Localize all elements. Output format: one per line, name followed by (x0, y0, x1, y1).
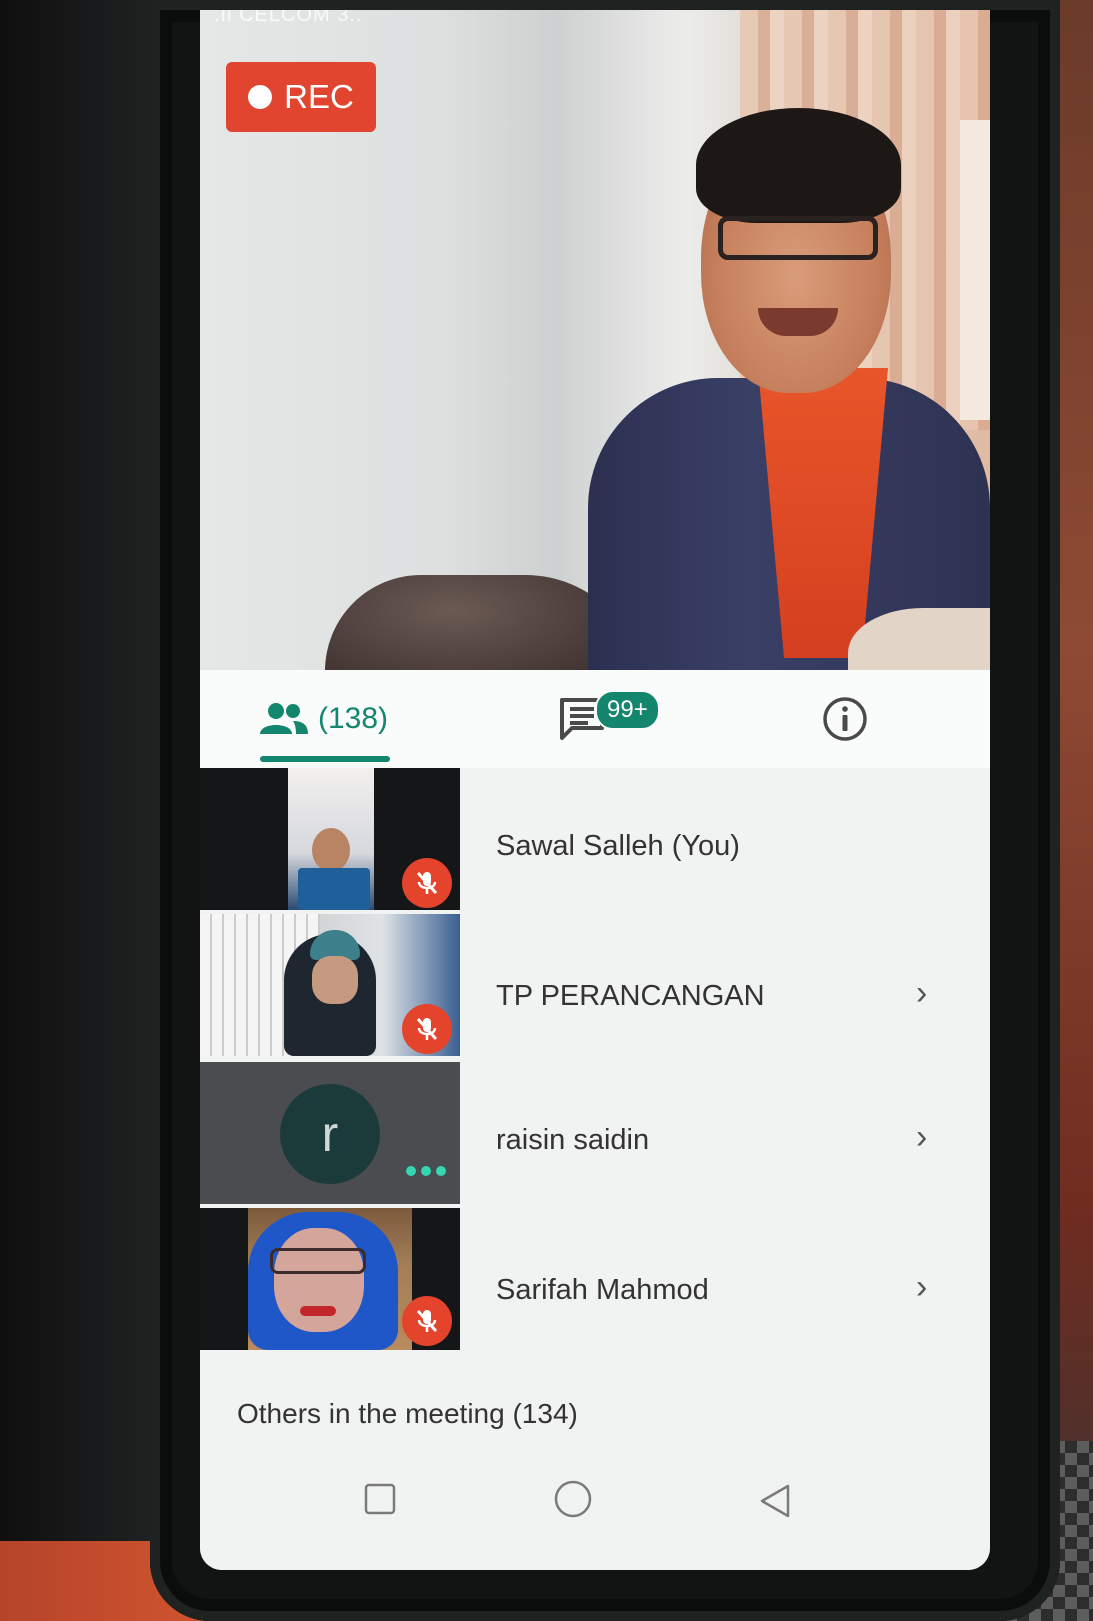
status-bar-carrier: .ıl CELCOM 3.. (214, 10, 363, 26)
more-dots-icon (406, 1166, 446, 1176)
participant-row[interactable]: r raisin saidin › (200, 1062, 990, 1204)
speaker-glasses (718, 216, 878, 260)
speaker-figure (588, 88, 990, 682)
participant-video-thumbnail (200, 768, 460, 910)
thumbnail-phone (298, 868, 370, 910)
participant-video-thumbnail (200, 914, 460, 1056)
participants-list: Sawal Salleh (You) TP PERANCANGAN › r ra… (200, 768, 990, 1368)
thumbnail-face (312, 828, 350, 872)
meeting-tab-bar: (138) (200, 670, 990, 769)
record-dot-icon (248, 85, 273, 109)
active-tab-indicator (260, 756, 390, 762)
participant-row[interactable]: Sarifah Mahmod › (200, 1208, 990, 1350)
chevron-right-icon[interactable]: › (916, 974, 927, 1013)
mic-off-icon (402, 1296, 452, 1346)
info-icon (823, 697, 867, 741)
thumbnail-face (274, 1228, 364, 1332)
circle-icon[interactable] (552, 1478, 594, 1525)
thumbnail-lips (300, 1306, 336, 1316)
tab-participants[interactable]: (138) (260, 670, 388, 768)
participant-video-thumbnail (200, 1208, 460, 1350)
participant-count: (138) (318, 702, 389, 735)
chat-unread-badge: 99+ (595, 690, 660, 730)
speaker-hair (696, 108, 901, 223)
recording-indicator: REC (226, 62, 376, 132)
participant-name: Sarifah Mahmod (496, 1274, 709, 1306)
chevron-right-icon[interactable]: › (916, 1118, 927, 1157)
phone-screen: .ıl CELCOM 3.. REC (138) 99+ Sawal Salle… (200, 10, 990, 1570)
main-speaker-video[interactable]: .ıl CELCOM 3.. REC (200, 10, 990, 682)
mic-off-icon (402, 1004, 452, 1054)
thumbnail-face (312, 956, 358, 1004)
chevron-right-icon[interactable]: › (916, 1268, 927, 1307)
square-icon[interactable] (363, 1482, 397, 1521)
recording-label: REC (284, 78, 354, 115)
triangle-back-icon[interactable] (756, 1482, 794, 1525)
participant-avatar-thumbnail: r (200, 1062, 460, 1204)
mic-off-icon (402, 858, 452, 908)
participant-name: raisin saidin (496, 1124, 650, 1156)
participant-row[interactable]: Sawal Salleh (You) (200, 768, 990, 910)
avatar: r (280, 1084, 380, 1184)
thumbnail-glasses (270, 1248, 366, 1274)
others-in-meeting-header[interactable]: Others in the meeting (134) (237, 1398, 578, 1430)
participant-name: TP PERANCANGAN (496, 980, 765, 1012)
participant-name: Sawal Salleh (You) (496, 830, 740, 862)
participant-row[interactable]: TP PERANCANGAN › (200, 914, 990, 1056)
tab-info[interactable] (822, 670, 868, 768)
people-icon (260, 703, 308, 734)
system-nav-bar (200, 1452, 990, 1570)
